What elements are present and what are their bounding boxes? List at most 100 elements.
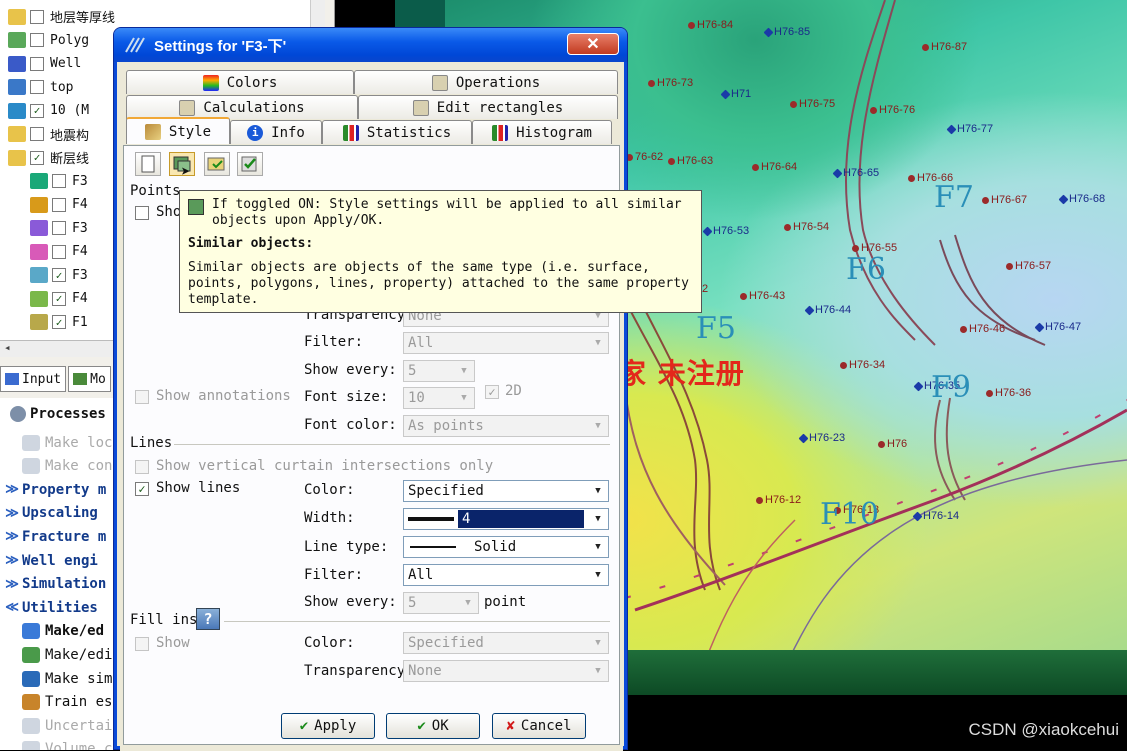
- tree-item[interactable]: F4: [30, 193, 88, 216]
- tab-calculations[interactable]: Calculations: [126, 95, 358, 119]
- tree-item[interactable]: ✓ 10 (M: [8, 99, 89, 122]
- tab-operations[interactable]: Operations: [354, 70, 618, 94]
- process-item-label: Make loc: [45, 434, 113, 451]
- paste-style-icon[interactable]: [237, 152, 263, 176]
- points-filter-label: Filter:: [304, 334, 364, 350]
- well-injector-icon: [763, 27, 774, 38]
- show-annotations-checkbox[interactable]: [135, 390, 149, 404]
- tab-row-3: Style i Info Statistics Histogram: [126, 117, 612, 144]
- tree-item-label: top: [50, 79, 74, 95]
- apply-button[interactable]: ✔ Apply: [281, 713, 375, 739]
- tree-item-checkbox[interactable]: ✓: [52, 291, 66, 306]
- colors-icon: [202, 74, 219, 91]
- tree-item-label: 地层等厚线: [50, 11, 116, 26]
- calculations-icon: [179, 99, 196, 116]
- process-item[interactable]: Uncertai: [0, 714, 112, 737]
- tree-item[interactable]: F3: [30, 170, 88, 193]
- tab-colors[interactable]: Colors: [126, 70, 354, 94]
- tab-info[interactable]: i Info: [230, 120, 322, 144]
- well-producer-icon: [840, 361, 847, 369]
- fill-show-checkbox[interactable]: [135, 637, 149, 651]
- line-type-select[interactable]: Solid ▼: [403, 536, 609, 558]
- line-color-select[interactable]: Specified ▼: [403, 480, 609, 502]
- line-show-every-spinner[interactable]: 5 ▼: [403, 592, 479, 614]
- line-width-select[interactable]: 4 ▼: [403, 508, 609, 530]
- process-item[interactable]: ≫ Well engi: [2, 549, 98, 572]
- help-icon[interactable]: ?: [196, 608, 220, 630]
- tree-item[interactable]: 地震构: [8, 123, 89, 146]
- process-item[interactable]: ≫ Property m: [2, 478, 106, 501]
- tree-item-checkbox[interactable]: ✓: [52, 268, 66, 282]
- font-size-select[interactable]: 10 ▼: [403, 387, 475, 409]
- process-item[interactable]: Make/ed: [0, 620, 104, 643]
- tab-histogram[interactable]: Histogram: [472, 120, 612, 144]
- tab-input[interactable]: Input: [0, 366, 67, 392]
- fill-transparency-select[interactable]: None ▼: [403, 660, 609, 682]
- tree-item[interactable]: ✓ F3: [30, 264, 88, 287]
- tree-item-checkbox[interactable]: [30, 33, 44, 47]
- 2d-checkbox[interactable]: ✓: [485, 385, 499, 399]
- tree-item[interactable]: ✓ 断层线: [8, 146, 89, 169]
- tree-item-checkbox[interactable]: [52, 197, 66, 212]
- line-color-label: Color:: [304, 482, 355, 498]
- new-document-icon[interactable]: [135, 152, 161, 176]
- fill-color-select[interactable]: Specified ▼: [403, 632, 609, 654]
- tree-item-checkbox[interactable]: [52, 174, 66, 188]
- process-item[interactable]: ≫ Upscaling: [2, 502, 98, 525]
- tree-item-checkbox[interactable]: [30, 9, 44, 24]
- close-button[interactable]: ✕: [567, 33, 619, 55]
- ok-button[interactable]: ✔ OK: [386, 713, 480, 739]
- object-icon: [30, 267, 48, 283]
- copy-style-icon[interactable]: [204, 152, 230, 176]
- process-item[interactable]: ≫ Fracture m: [2, 525, 106, 548]
- chevron-down-icon: ▼: [595, 514, 601, 524]
- chevron-down-icon: ▼: [595, 570, 601, 580]
- tree-item[interactable]: Well: [8, 52, 81, 75]
- tree-item-checkbox[interactable]: ✓: [30, 103, 44, 118]
- process-item[interactable]: Make con: [0, 455, 112, 478]
- well-label: H76-12: [756, 494, 801, 506]
- line-filter-select[interactable]: All ▼: [403, 564, 609, 586]
- tree-item[interactable]: F3: [30, 217, 88, 240]
- tree-item[interactable]: ✓ F4: [30, 287, 88, 310]
- process-item[interactable]: Make sim: [0, 667, 112, 690]
- tree-item-checkbox[interactable]: ✓: [52, 315, 66, 329]
- tree-item-checkbox[interactable]: [30, 127, 44, 141]
- tree-item[interactable]: ✓ F1: [30, 311, 88, 334]
- tree-item-checkbox[interactable]: [52, 244, 66, 259]
- tab-edit-rectangles[interactable]: Edit rectangles: [358, 95, 618, 119]
- process-item[interactable]: ≫ Simulation: [2, 573, 106, 596]
- well-producer-icon: [922, 43, 929, 51]
- font-color-select[interactable]: As points ▼: [403, 415, 609, 437]
- show-lines-checkbox[interactable]: ✓: [135, 482, 149, 496]
- tree-item-checkbox[interactable]: ✓: [30, 150, 44, 165]
- font-color-label: Font color:: [304, 417, 397, 433]
- dialog-titlebar[interactable]: Settings for 'F3-下' ✕: [114, 28, 627, 62]
- tree-item[interactable]: F4: [30, 240, 88, 263]
- tree-item[interactable]: top: [8, 76, 73, 99]
- tree-item[interactable]: Polyg: [8, 29, 89, 52]
- process-item-label: Make/ed: [45, 623, 105, 640]
- process-item[interactable]: ≪ Utilities: [2, 596, 98, 619]
- line-width-preview: [408, 517, 454, 521]
- points-filter-select[interactable]: All ▼: [403, 332, 609, 354]
- cancel-button[interactable]: ✘ Cancel: [492, 713, 586, 739]
- well-producer-icon: [1006, 262, 1013, 270]
- show-points-checkbox[interactable]: [135, 206, 149, 220]
- tree-item-checkbox[interactable]: [30, 80, 44, 94]
- credit-text: CSDN @xiaokcehui: [968, 720, 1119, 739]
- process-item[interactable]: Make loc: [0, 431, 112, 454]
- tree-item-checkbox[interactable]: [52, 221, 66, 235]
- tab-style[interactable]: Style: [126, 117, 230, 144]
- process-item[interactable]: Train es: [0, 691, 112, 714]
- tab-statistics[interactable]: Statistics: [322, 120, 472, 144]
- process-item[interactable]: Make/edi: [0, 643, 112, 666]
- well-producer-icon: [648, 79, 655, 87]
- curtain-checkbox[interactable]: [135, 460, 149, 474]
- tree-item[interactable]: 地层等厚线: [8, 5, 115, 28]
- points-show-every-spinner[interactable]: 5 ▼: [403, 360, 475, 382]
- tree-item-checkbox[interactable]: [30, 56, 44, 71]
- process-item[interactable]: Volume c: [0, 738, 112, 750]
- tab-models[interactable]: Mo: [68, 366, 111, 392]
- dialog-title: Settings for 'F3-下': [154, 37, 287, 55]
